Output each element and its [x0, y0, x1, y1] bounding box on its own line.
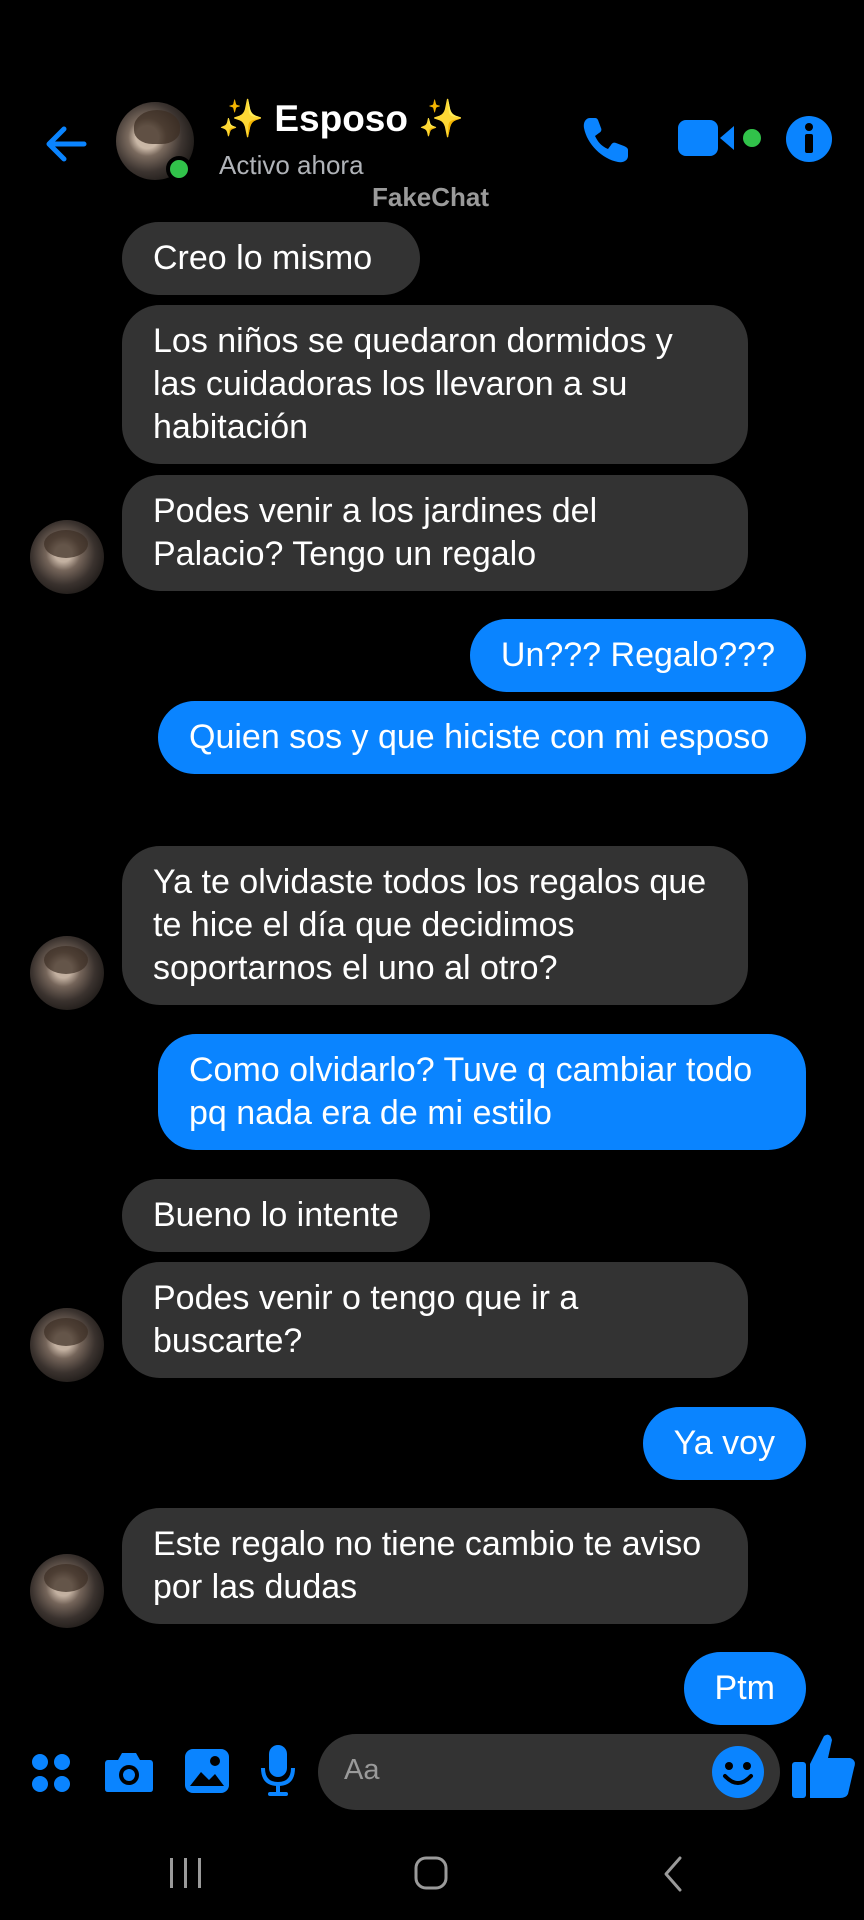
- microphone-icon[interactable]: [260, 1744, 296, 1798]
- message-incoming[interactable]: Bueno lo intente: [122, 1179, 430, 1252]
- message-incoming[interactable]: Los niños se quedaron dormidos y las cui…: [122, 305, 748, 464]
- chat-header: ✨ Esposo ✨ Activo ahora FakeChat: [0, 90, 864, 212]
- camera-icon[interactable]: [104, 1750, 154, 1794]
- contact-avatar-small[interactable]: [30, 1308, 104, 1382]
- message-incoming[interactable]: Creo lo mismo: [122, 222, 420, 295]
- contact-status: Activo ahora: [219, 150, 364, 180]
- message-outgoing[interactable]: Un??? Regalo???: [469, 619, 806, 692]
- contact-name[interactable]: ✨ Esposo ✨: [218, 98, 464, 141]
- watermark: FakeChat: [372, 182, 490, 212]
- message-incoming[interactable]: Este regalo no tiene cambio te aviso por…: [122, 1508, 748, 1624]
- message-outgoing[interactable]: Ptm: [683, 1652, 806, 1725]
- system-navigation-bar: [0, 1830, 864, 1920]
- home-icon[interactable]: [410, 1852, 454, 1896]
- message-incoming[interactable]: Podes venir o tengo que ir a buscarte?: [122, 1262, 748, 1378]
- contact-avatar-small[interactable]: [30, 520, 104, 594]
- message-outgoing[interactable]: Quien sos y que hiciste con mi esposo: [158, 701, 806, 774]
- contact-avatar-small[interactable]: [30, 1554, 104, 1628]
- gallery-icon[interactable]: [184, 1748, 230, 1794]
- message-input-placeholder: Aa: [344, 1754, 380, 1786]
- message-incoming[interactable]: Ya te olvidaste todos los regalos que te…: [122, 846, 748, 1005]
- thumbs-up-icon[interactable]: [790, 1730, 858, 1802]
- message-input[interactable]: Aa: [318, 1734, 780, 1810]
- apps-icon[interactable]: [30, 1752, 72, 1794]
- contact-avatar-small[interactable]: [30, 936, 104, 1010]
- phone-icon[interactable]: [578, 112, 634, 168]
- online-indicator: [166, 156, 192, 182]
- back-arrow-icon[interactable]: [40, 118, 92, 170]
- message-composer: Aa: [0, 1730, 864, 1820]
- recent-apps-icon[interactable]: [166, 1852, 206, 1896]
- emoji-icon[interactable]: [710, 1744, 766, 1800]
- message-outgoing[interactable]: Como olvidarlo? Tuve q cambiar todo pq n…: [158, 1034, 806, 1150]
- message-outgoing[interactable]: Ya voy: [642, 1407, 806, 1480]
- video-camera-icon[interactable]: [678, 114, 768, 164]
- message-incoming[interactable]: Podes venir a los jardines del Palacio? …: [122, 475, 748, 591]
- info-icon[interactable]: [784, 114, 834, 164]
- back-icon[interactable]: [654, 1852, 694, 1896]
